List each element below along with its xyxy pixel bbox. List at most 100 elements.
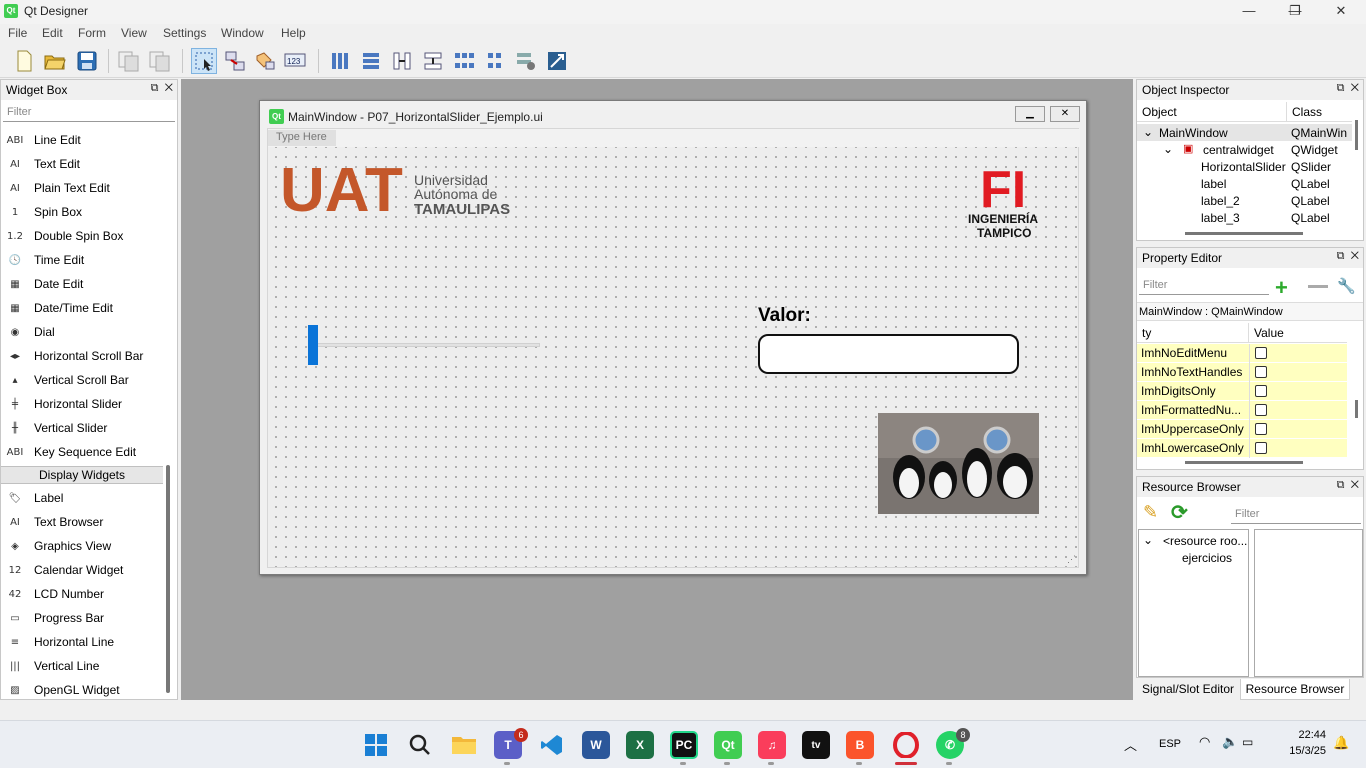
widget-item-text-browser[interactable]: AI Text Browser (5, 510, 163, 534)
widget-item-horizontal-slider[interactable]: ╪ Horizontal Slider (5, 392, 163, 416)
edit-tab-order-icon[interactable]: 123 (283, 48, 309, 74)
horizontal-slider[interactable] (308, 325, 540, 369)
widget-item-vertical-line[interactable]: ||| Vertical Line (5, 654, 163, 678)
property-vscroll[interactable] (1355, 400, 1358, 418)
layout-grid-icon[interactable] (451, 48, 477, 74)
widget-item-time-edit[interactable]: 🕓 Time Edit (5, 248, 163, 272)
tab-signal-slot-editor[interactable]: Signal/Slot Editor (1138, 679, 1238, 700)
edit-widgets-icon[interactable] (191, 48, 217, 74)
widget-item-key-sequence-edit[interactable]: ABI Key Sequence Edit (5, 440, 163, 464)
form-canvas[interactable]: Type Here UAT Universidad Autónoma de TA… (267, 128, 1080, 568)
layout-form-icon[interactable] (482, 48, 508, 74)
widget-item-dial[interactable]: ◉ Dial (5, 320, 163, 344)
close-button[interactable]: ✕ (1318, 0, 1364, 24)
opera-icon[interactable] (892, 731, 920, 759)
file-explorer-icon[interactable] (450, 731, 478, 759)
property-checkbox[interactable] (1255, 366, 1267, 378)
pycharm-icon[interactable]: PC (670, 731, 698, 759)
menu-form[interactable]: Form (78, 26, 106, 40)
resource-filter-input[interactable]: Filter (1231, 506, 1361, 524)
column-object[interactable]: Object (1137, 102, 1287, 122)
widget-item-lcd-number[interactable]: 42 LCD Number (5, 582, 163, 606)
layout-splitter-vertical-icon[interactable] (420, 48, 446, 74)
layout-vertical-icon[interactable] (358, 48, 384, 74)
qt-designer-taskbar-icon[interactable]: Qt (714, 731, 742, 759)
adjust-size-icon[interactable] (544, 48, 570, 74)
object-row[interactable]: HorizontalSlider QSlider (1137, 158, 1352, 175)
volume-icon[interactable]: 🔈 (1222, 734, 1238, 750)
menu-window[interactable]: Window (221, 26, 264, 40)
category-display-widgets[interactable]: Display Widgets (1, 466, 163, 484)
slider-groove[interactable] (308, 343, 540, 347)
property-filter-input[interactable]: Filter (1139, 277, 1269, 295)
resize-grip-icon[interactable]: ⋰ (1067, 554, 1076, 565)
teams-icon[interactable]: T6 (494, 728, 528, 759)
widget-item-text-edit[interactable]: AI Text Edit (5, 152, 163, 176)
break-layout-icon[interactable] (513, 48, 539, 74)
expand-arrow-icon[interactable]: ⌄ (1163, 142, 1173, 156)
slider-handle[interactable] (308, 325, 318, 365)
object-row[interactable]: label_3 QLabel (1137, 209, 1352, 226)
property-row[interactable]: ImhFormattedNu... (1137, 401, 1347, 420)
property-row[interactable]: ImhNoTextHandles (1137, 363, 1347, 382)
form-window[interactable]: Qt MainWindow - P07_HorizontalSlider_Eje… (259, 100, 1087, 575)
edit-buddies-icon[interactable] (252, 48, 278, 74)
widget-item-progress-bar[interactable]: ▭ Progress Bar (5, 606, 163, 630)
remove-property-icon[interactable] (1308, 285, 1328, 288)
property-checkbox[interactable] (1255, 423, 1267, 435)
reload-icon[interactable]: ⟳ (1171, 500, 1188, 525)
chevron-up-icon[interactable]: ︿ (1124, 735, 1137, 754)
column-value[interactable]: Value (1249, 323, 1347, 343)
widget-list-scrollbar[interactable] (166, 465, 170, 693)
windows-start-icon[interactable] (362, 731, 390, 759)
apple-music-icon[interactable]: ♫ (758, 731, 786, 759)
column-property[interactable]: ty (1137, 323, 1249, 343)
widget-item-vertical-scroll-bar[interactable]: ▴ Vertical Scroll Bar (5, 368, 163, 392)
paste-icon[interactable] (147, 48, 173, 74)
resource-root[interactable]: <resource roo... (1163, 534, 1247, 548)
widget-item-date-time-edit[interactable]: ▦ Date/Time Edit (5, 296, 163, 320)
dock-float-close-buttons[interactable]: ⧉ ✕ (1337, 250, 1359, 263)
clock-date[interactable]: 15/3/25 (1276, 745, 1326, 757)
search-icon[interactable] (406, 731, 434, 759)
property-row[interactable]: ImhNoEditMenu (1137, 344, 1347, 363)
property-checkbox[interactable] (1255, 347, 1267, 359)
open-folder-icon[interactable] (42, 48, 68, 74)
configure-wrench-icon[interactable]: 🔧 (1337, 277, 1356, 295)
layout-horizontal-icon[interactable] (327, 48, 353, 74)
property-checkbox[interactable] (1255, 442, 1267, 454)
widget-item-calendar-widget[interactable]: 12 Calendar Widget (5, 558, 163, 582)
save-icon[interactable] (74, 48, 100, 74)
type-here-menu[interactable]: Type Here (268, 130, 336, 146)
widget-item-spin-box[interactable]: 1 Spin Box (5, 200, 163, 224)
menu-settings[interactable]: Settings (163, 26, 206, 40)
resource-item[interactable]: ejercicios (1182, 551, 1232, 565)
property-row[interactable]: ImhUppercaseOnly (1137, 420, 1347, 439)
widget-item-opengl-widget[interactable]: ▨ OpenGL Widget (5, 678, 163, 702)
layout-splitter-horizontal-icon[interactable] (389, 48, 415, 74)
edit-resources-icon[interactable]: ✎ (1143, 502, 1158, 523)
language-indicator[interactable]: ESP (1159, 738, 1181, 750)
add-dynamic-property-icon[interactable]: + (1275, 275, 1288, 301)
property-checkbox[interactable] (1255, 404, 1267, 416)
restore-button[interactable]: ❐ (1272, 0, 1318, 24)
notifications-icon[interactable]: 🔔 (1333, 735, 1349, 751)
widget-filter-input[interactable]: Filter (3, 104, 175, 122)
menu-view[interactable]: View (121, 26, 147, 40)
new-file-icon[interactable] (11, 48, 37, 74)
widget-item-line-edit[interactable]: ABI Line Edit (5, 128, 163, 152)
widget-item-plain-text-edit[interactable]: AI Plain Text Edit (5, 176, 163, 200)
widget-item-horizontal-line[interactable]: ≡ Horizontal Line (5, 630, 163, 654)
property-hscroll[interactable] (1185, 461, 1303, 464)
widget-item-horizontal-scroll-bar[interactable]: ◂▸ Horizontal Scroll Bar (5, 344, 163, 368)
vscode-icon[interactable] (538, 731, 566, 759)
clock-time[interactable]: 22:44 (1282, 729, 1326, 741)
dock-float-close-buttons[interactable]: ⧉ ✕ (151, 82, 173, 95)
menu-file[interactable]: File (8, 26, 27, 40)
form-minimize-button[interactable]: ▁ (1015, 106, 1045, 122)
object-tree-hscroll[interactable] (1185, 232, 1303, 235)
whatsapp-icon[interactable]: ✆ 8 (936, 728, 970, 759)
widget-item-double-spin-box[interactable]: 1.2 Double Spin Box (5, 224, 163, 248)
menu-edit[interactable]: Edit (42, 26, 63, 40)
tab-resource-browser[interactable]: Resource Browser (1240, 679, 1350, 700)
